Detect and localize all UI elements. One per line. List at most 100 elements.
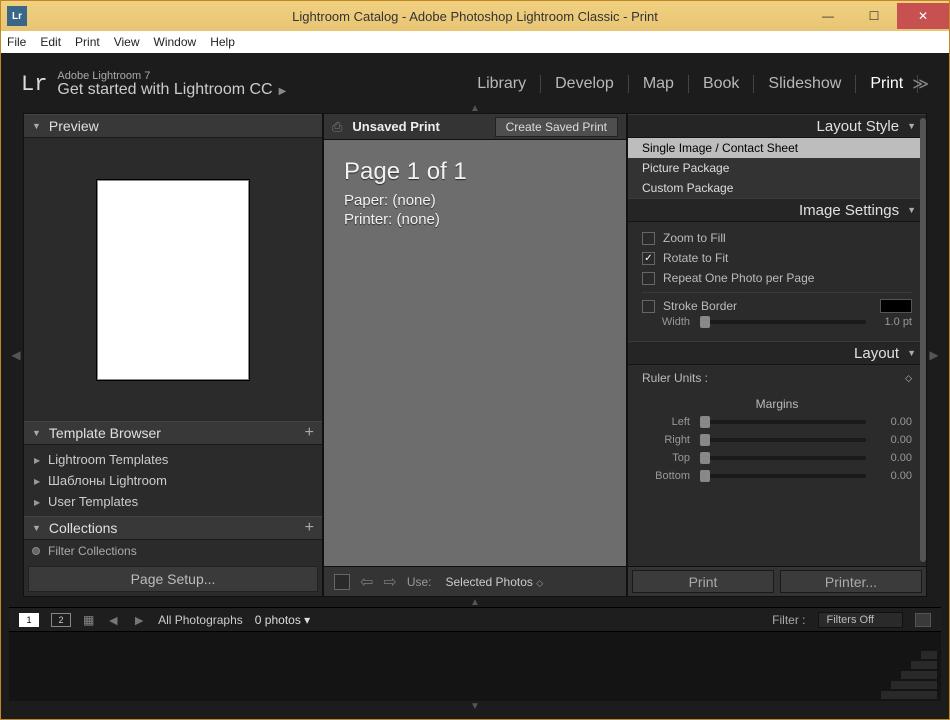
menu-file[interactable]: File: [7, 35, 26, 49]
caret-icon: ◇: [536, 578, 543, 588]
add-collection-icon[interactable]: +: [305, 519, 314, 537]
template-folder[interactable]: Lightroom Templates: [24, 449, 322, 470]
margin-right-label: Right: [642, 434, 690, 446]
paper-label: Paper: (none): [344, 192, 606, 209]
select-toggle-checkbox[interactable]: [334, 574, 350, 590]
layout-header[interactable]: Layout ▼: [628, 341, 926, 365]
maximize-button[interactable]: ☐: [851, 3, 897, 29]
app-icon: Lr: [7, 6, 27, 26]
image-settings-header[interactable]: Image Settings ▼: [628, 198, 926, 222]
create-saved-print-button[interactable]: Create Saved Print: [495, 117, 618, 137]
play-icon: ▶: [279, 86, 287, 97]
template-tree: Lightroom Templates Шаблоны Lightroom Us…: [24, 445, 322, 516]
use-label: Use:: [407, 575, 432, 589]
chevron-down-icon: ▼: [32, 428, 41, 438]
photo-count-label[interactable]: 0 photos ▾: [255, 613, 310, 627]
module-map[interactable]: Map: [629, 75, 689, 93]
mid-collapse-handle[interactable]: ▲: [9, 597, 941, 607]
preview-area: [24, 138, 322, 421]
menu-window[interactable]: Window: [154, 35, 197, 49]
style-custom-package[interactable]: Custom Package: [628, 178, 926, 198]
margin-left-slider[interactable]: [700, 420, 866, 424]
next-page-icon[interactable]: ⇨: [383, 572, 396, 592]
minimize-button[interactable]: —: [805, 3, 851, 29]
ruler-units-dropdown[interactable]: Ruler Units : ◇: [628, 365, 926, 391]
chevron-down-icon: ▼: [907, 205, 916, 215]
use-dropdown[interactable]: Selected Photos ◇: [446, 575, 544, 589]
layout-style-header[interactable]: Layout Style ▼: [628, 114, 926, 138]
close-button[interactable]: ✕: [897, 3, 949, 29]
watermark-icon: [867, 649, 937, 699]
filter-collections-input[interactable]: Filter Collections: [48, 544, 137, 558]
chevron-down-icon: ▼: [907, 348, 916, 358]
source-label[interactable]: All Photographs: [158, 613, 243, 627]
add-template-icon[interactable]: +: [305, 424, 314, 442]
main-display-button[interactable]: 1: [19, 613, 39, 627]
filter-label: Filter :: [772, 613, 805, 627]
bottom-collapse-handle[interactable]: ▼: [9, 701, 941, 711]
menu-edit[interactable]: Edit: [40, 35, 61, 49]
stroke-width-label: Width: [642, 316, 690, 328]
top-collapse-handle[interactable]: ▲: [9, 103, 941, 113]
filmstrip[interactable]: [9, 631, 941, 701]
caret-icon: ◇: [905, 373, 912, 384]
module-library[interactable]: Library: [463, 75, 541, 93]
style-single-image[interactable]: Single Image / Contact Sheet: [628, 138, 926, 158]
layout-style-list: Single Image / Contact Sheet Picture Pac…: [628, 138, 926, 198]
lr-logo-icon: Lr: [21, 72, 47, 97]
app-body: Lr Adobe Lightroom 7 Get started with Li…: [1, 53, 949, 719]
menu-view[interactable]: View: [114, 35, 140, 49]
chevron-down-icon: ▼: [32, 121, 41, 131]
stroke-color-swatch[interactable]: [880, 299, 912, 313]
print-button[interactable]: Print: [632, 570, 774, 593]
menu-print[interactable]: Print: [75, 35, 100, 49]
template-browser-header[interactable]: ▼ Template Browser +: [24, 421, 322, 445]
module-slideshow[interactable]: Slideshow: [754, 75, 856, 93]
page-setup-button[interactable]: Page Setup...: [28, 566, 318, 592]
image-settings-title: Image Settings: [799, 202, 899, 219]
nav-forward-icon[interactable]: ►: [132, 612, 146, 628]
preview-panel-header[interactable]: ▼ Preview: [24, 114, 322, 138]
margin-right-slider[interactable]: [700, 438, 866, 442]
margin-bottom-slider[interactable]: [700, 474, 866, 478]
filter-lock-icon[interactable]: [915, 613, 931, 627]
template-folder[interactable]: User Templates: [24, 491, 322, 512]
menu-help[interactable]: Help: [210, 35, 235, 49]
preview-title: Preview: [49, 118, 99, 134]
style-picture-package[interactable]: Picture Package: [628, 158, 926, 178]
margin-top-slider[interactable]: [700, 456, 866, 460]
print-icon[interactable]: ⎙: [332, 119, 342, 135]
identity-plate[interactable]: Adobe Lightroom 7 Get started with Light…: [57, 70, 286, 99]
secondary-display-button[interactable]: 2: [51, 613, 71, 627]
stroke-width-slider[interactable]: [700, 320, 866, 324]
page-info: Page 1 of 1 Paper: (none) Printer: (none…: [324, 140, 626, 246]
stroke-border-checkbox[interactable]: [642, 300, 655, 313]
zoom-to-fill-checkbox[interactable]: [642, 232, 655, 245]
grid-view-icon[interactable]: ▦: [83, 613, 94, 627]
center-header: ⎙ Unsaved Print Create Saved Print: [324, 114, 626, 140]
collections-header[interactable]: ▼ Collections +: [24, 516, 322, 540]
printer-button[interactable]: Printer...: [780, 570, 922, 593]
module-book[interactable]: Book: [689, 75, 754, 93]
search-icon: [32, 547, 40, 555]
margin-bottom-value: 0.00: [876, 470, 912, 482]
collections-title: Collections: [49, 520, 117, 536]
menu-bar: File Edit Print View Window Help: [1, 31, 949, 53]
left-collapse-handle[interactable]: ◀: [9, 113, 23, 597]
stroke-width-value: 1.0 pt: [876, 316, 912, 328]
center-panel: ⎙ Unsaved Print Create Saved Print Page …: [323, 113, 627, 597]
right-footer: Print Printer...: [628, 566, 926, 596]
filter-dropdown[interactable]: Filters Off: [818, 612, 903, 628]
module-print[interactable]: Print: [856, 75, 918, 93]
margin-top-value: 0.00: [876, 452, 912, 464]
prev-page-icon[interactable]: ⇦: [360, 572, 373, 592]
module-develop[interactable]: Develop: [541, 75, 629, 93]
margin-left-value: 0.00: [876, 416, 912, 428]
nav-back-icon[interactable]: ◄: [106, 612, 120, 628]
rotate-to-fit-checkbox[interactable]: [642, 252, 655, 265]
expand-icon[interactable]: ≫: [912, 74, 929, 94]
right-collapse-handle[interactable]: ▶: [927, 113, 941, 597]
filter-collections-row[interactable]: Filter Collections: [24, 540, 322, 562]
template-folder[interactable]: Шаблоны Lightroom: [24, 470, 322, 491]
app-window: Lr Lightroom Catalog - Adobe Photoshop L…: [0, 0, 950, 720]
